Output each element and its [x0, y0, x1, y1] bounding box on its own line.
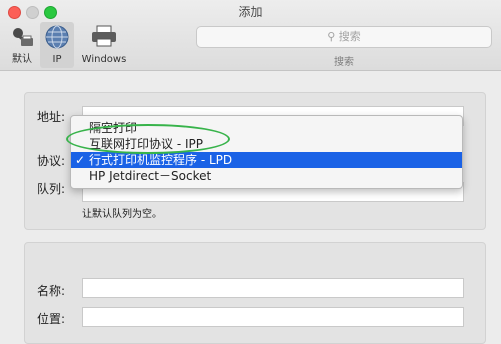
search-caption: 搜索	[334, 57, 354, 68]
highlight-annotation	[66, 124, 230, 154]
window-title: 添加	[238, 5, 263, 19]
default-printers-icon	[9, 24, 35, 51]
toolbar-ip[interactable]: IP	[40, 22, 74, 68]
menu-item-jetdirect[interactable]: HP Jetdirect－Socket	[71, 168, 462, 184]
toolbar-ip-label: IP	[52, 54, 62, 65]
toolbar-windows-label: Windows	[81, 54, 127, 65]
queue-label: 队列:	[37, 182, 66, 196]
check-icon: ✓	[75, 153, 86, 167]
menu-item-lpd[interactable]: ✓ 行式打印机监控程序 - LPD	[71, 152, 462, 168]
windows-printer-icon	[89, 24, 119, 51]
location-label: 位置:	[37, 312, 66, 326]
name-label: 名称:	[37, 284, 66, 298]
toolbar-windows[interactable]: Windows	[78, 22, 130, 68]
name-field[interactable]	[82, 278, 464, 298]
toolbar-default-label: 默认	[12, 54, 32, 65]
queue-hint: 让默认队列为空。	[82, 209, 162, 220]
address-label: 地址:	[37, 110, 66, 124]
search-input[interactable]: ⚲ 搜索	[196, 26, 492, 48]
search-placeholder: 搜索	[338, 30, 361, 43]
window-titlebar: 添加 默认 IP Windows ⚲ 搜索 搜索	[0, 0, 501, 71]
search-icon: ⚲	[327, 30, 336, 43]
location-field[interactable]	[82, 307, 464, 327]
ip-globe-icon	[44, 24, 70, 53]
protocol-label: 协议:	[37, 154, 66, 168]
toolbar-default[interactable]: 默认	[6, 22, 38, 68]
